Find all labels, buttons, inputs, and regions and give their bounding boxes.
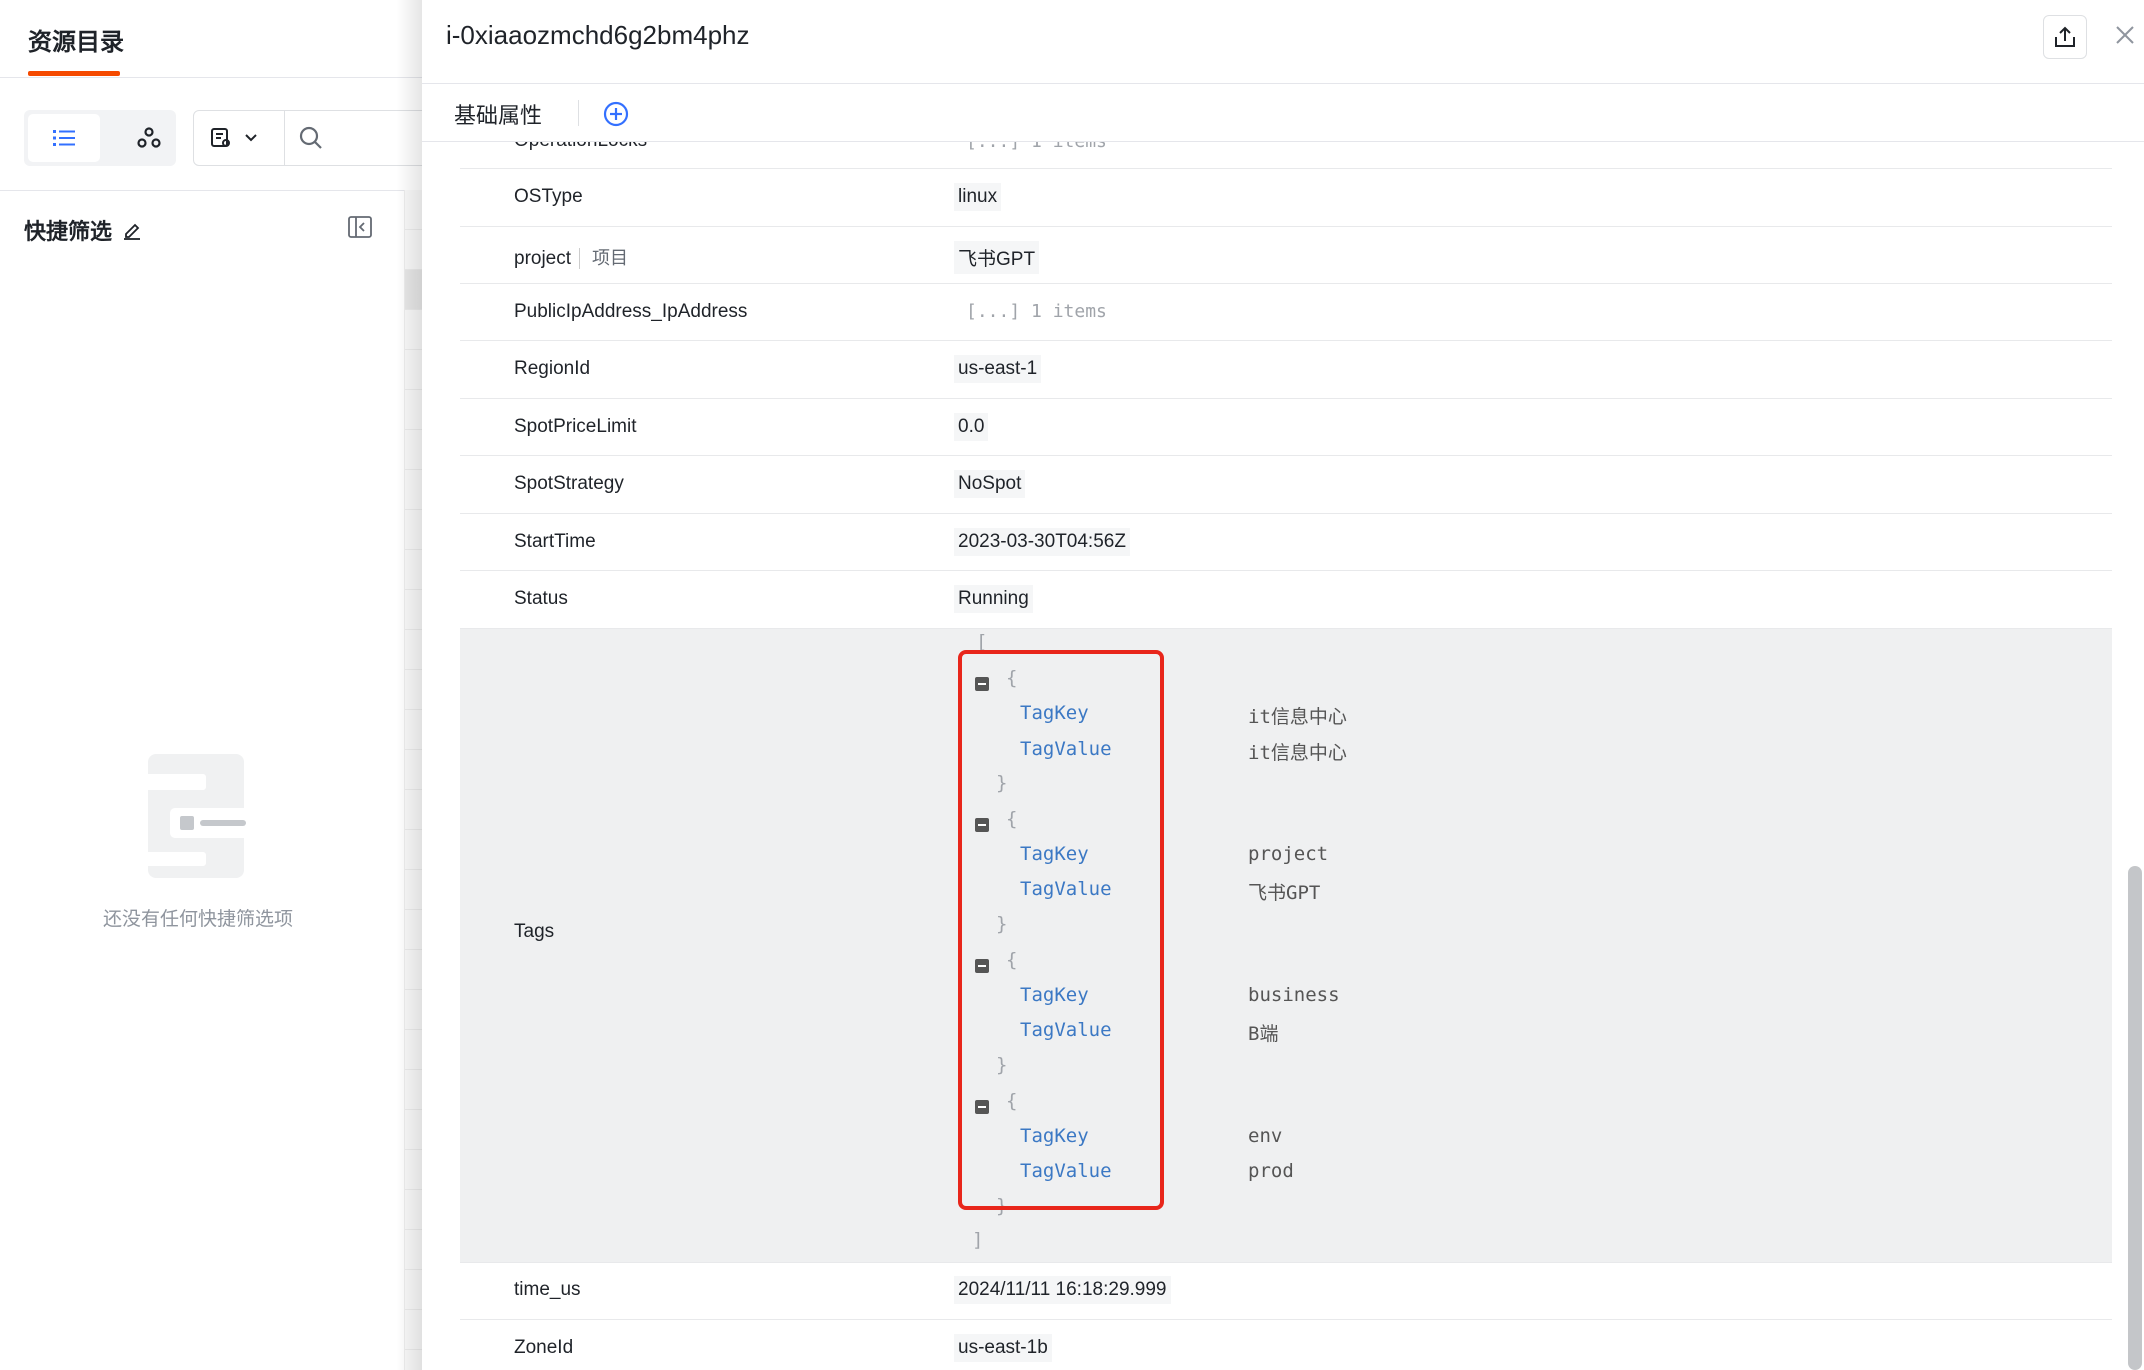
table-row: SpotPriceLimit 0.0 xyxy=(460,399,2112,456)
json-value: project xyxy=(1248,843,1329,865)
drawer-title: i-0xiaaozmchd6g2bm4phz xyxy=(446,20,750,50)
list-icon xyxy=(53,130,75,146)
attr-value: us-east-1b xyxy=(954,1334,1052,1362)
tab-basic-attributes[interactable]: 基础属性 xyxy=(454,98,542,130)
attr-key: SpotPriceLimit xyxy=(514,416,637,437)
document-icon xyxy=(211,128,230,147)
topology-icon xyxy=(137,127,161,148)
tab-separator xyxy=(578,100,579,126)
empty-state-illustration xyxy=(126,754,270,878)
attr-value: 2024/11/11 16:18:29.999 xyxy=(954,1276,1171,1304)
table-row: time_us 2024/11/11 16:18:29.999 xyxy=(460,1263,2112,1320)
attr-key: PublicIpAddress_IpAddress xyxy=(514,301,748,322)
json-value: it信息中心 xyxy=(1248,706,1347,728)
attr-key: Status xyxy=(514,588,568,609)
divider xyxy=(0,190,430,191)
drawer-header: i-0xiaaozmchd6g2bm4phz xyxy=(422,0,2144,84)
highlight-annotation-box xyxy=(958,650,1164,1210)
json-value: business xyxy=(1248,984,1340,1006)
export-button[interactable] xyxy=(2043,15,2087,59)
attr-value: 2023-03-30T04:56Z xyxy=(954,528,1130,556)
collapse-sidebar-icon[interactable] xyxy=(348,216,372,238)
table-row: PublicIpAddress_IpAddress [...] 1 items xyxy=(460,284,2112,341)
empty-state-text: 还没有任何快捷筛选项 xyxy=(102,908,293,930)
json-bracket-close: ] xyxy=(972,1229,984,1251)
table-row: SpotStrategy NoSpot xyxy=(460,456,2112,514)
attr-key: OperationLocks xyxy=(514,142,647,152)
json-collapsed-value[interactable]: [...] 1 items xyxy=(966,142,1107,152)
attr-value: linux xyxy=(954,183,1002,211)
view-toggle xyxy=(24,110,176,166)
topology-view-button[interactable] xyxy=(124,114,174,162)
attributes-table: OperationLocks [...] 1 items OSType linu… xyxy=(460,142,2112,1370)
attr-key: Tags xyxy=(514,921,555,942)
json-value: it信息中心 xyxy=(1248,742,1347,764)
json-value: B端 xyxy=(1248,1023,1279,1045)
attr-value: 飞书GPT xyxy=(954,241,1040,274)
table-row: OSType linux xyxy=(460,169,2112,227)
drawer-tabs: 基础属性 xyxy=(422,84,2144,142)
tab-resource-catalog[interactable]: 资源目录 xyxy=(28,22,124,57)
attr-key: project xyxy=(514,248,572,269)
attr-value: 0.0 xyxy=(954,413,989,441)
drawer-shadow xyxy=(396,0,422,1370)
table-row: Status Running xyxy=(460,571,2112,629)
attr-value: NoSpot xyxy=(954,470,1026,498)
attr-key: SpotStrategy xyxy=(514,473,624,494)
json-value: 飞书GPT xyxy=(1248,882,1321,904)
table-row: OperationLocks [...] 1 items xyxy=(460,142,2112,169)
attr-value: us-east-1 xyxy=(954,355,1042,383)
json-value: env xyxy=(1248,1125,1283,1147)
type-select[interactable] xyxy=(193,110,285,166)
table-row-tags: Tags [ { TagKey it信息中心 TagValue it信息中心 }… xyxy=(460,629,2112,1263)
edit-icon[interactable] xyxy=(122,220,142,240)
active-tab-indicator xyxy=(28,71,120,76)
attr-key: ZoneId xyxy=(514,1337,574,1358)
attr-key-note: 项目 xyxy=(579,248,629,269)
table-row: project 项目 飞书GPT xyxy=(460,227,2112,284)
quick-filter-header: 快捷筛选 xyxy=(24,214,142,246)
scrollbar-thumb[interactable] xyxy=(2128,866,2142,1370)
attr-value: Running xyxy=(954,585,1033,613)
json-collapsed-value[interactable]: [...] 1 items xyxy=(966,301,1107,322)
attr-key: OSType xyxy=(514,186,583,207)
table-row: RegionId us-east-1 xyxy=(460,341,2112,399)
chevron-down-icon xyxy=(245,134,257,142)
quick-filter-title: 快捷筛选 xyxy=(24,220,113,245)
close-button[interactable] xyxy=(2112,22,2138,48)
table-row: ZoneId us-east-1b xyxy=(460,1320,2112,1370)
search-icon xyxy=(299,126,322,149)
resource-detail-drawer: i-0xiaaozmchd6g2bm4phz 基础属性 OperationLoc… xyxy=(422,0,2144,1370)
attr-key: RegionId xyxy=(514,358,591,379)
resource-catalog-panel: 资源目录 快捷筛选 还没有任何快捷筛选项 xyxy=(0,0,434,1370)
attr-key: StartTime xyxy=(514,531,596,552)
add-tab-icon[interactable] xyxy=(602,100,630,128)
left-tabbar: 资源目录 xyxy=(0,0,430,78)
table-row: StartTime 2023-03-30T04:56Z xyxy=(460,514,2112,571)
list-view-button[interactable] xyxy=(28,114,100,162)
close-icon xyxy=(2116,26,2134,44)
json-value: prod xyxy=(1248,1160,1294,1182)
attr-key: time_us xyxy=(514,1279,581,1300)
export-icon xyxy=(2055,26,2075,47)
